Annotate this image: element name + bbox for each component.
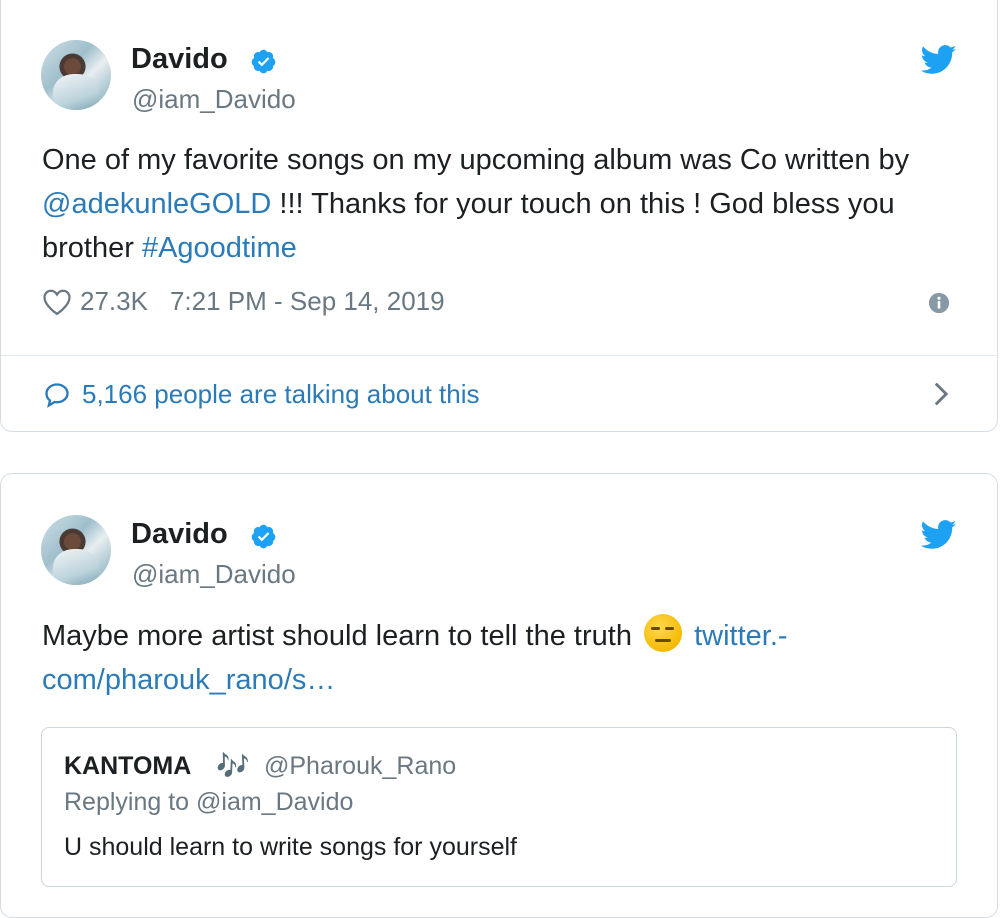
avatar[interactable] (41, 40, 111, 110)
quoted-author-handle[interactable]: @Pharouk_Rano (264, 752, 456, 781)
quoted-tweet[interactable]: KANTOMA 🎶 @Pharouk_Rano Replying to @iam… (41, 727, 957, 887)
author-name[interactable]: Davido (131, 43, 228, 76)
quoted-author-name[interactable]: KANTOMA (64, 752, 191, 781)
mention-link[interactable]: @adekunleGOLD (42, 188, 271, 220)
like-count[interactable]: 27.3K (80, 286, 148, 317)
chevron-right-icon[interactable] (932, 381, 950, 407)
verified-badge-icon (251, 49, 276, 74)
verified-badge-icon (251, 524, 276, 549)
heart-icon[interactable] (42, 288, 72, 316)
divider (1, 355, 999, 356)
tweet-text-part: Maybe more artist should learn to tell t… (42, 620, 632, 652)
tweet-card-1: Davido @iam_Davido One of my favorite so… (0, 0, 999, 432)
twitter-bird-icon[interactable] (921, 45, 957, 75)
timestamp[interactable]: 7:21 PM - Sep 14, 2019 (170, 286, 445, 317)
tweet-text: Maybe more artist should learn to tell t… (42, 614, 972, 702)
info-icon[interactable] (928, 292, 950, 314)
tweet-text: One of my favorite songs on my upcoming … (42, 138, 972, 270)
conversation-link[interactable]: 5,166 people are talking about this (42, 379, 480, 410)
avatar[interactable] (41, 515, 111, 585)
tweet-text-part: One of my favorite songs on my upcoming … (42, 144, 910, 176)
talking-count[interactable]: 5,166 people are talking about this (82, 379, 480, 410)
author-handle[interactable]: @iam_Davido (132, 559, 296, 590)
tweet-link[interactable]: com/pharouk_rano/s… (42, 664, 335, 696)
hashtag-link[interactable]: #Agoodtime (142, 232, 297, 264)
quoted-tweet-text: U should learn to write songs for yourse… (64, 833, 517, 861)
reply-bubble-icon (45, 382, 69, 408)
tweet-link[interactable]: twitter.- (694, 620, 787, 652)
author-name[interactable]: Davido (131, 518, 228, 551)
musical-notes-icon: 🎶 (216, 751, 250, 781)
replying-to: Replying to @iam_Davido (64, 788, 354, 816)
unamused-face-emoji-icon (644, 614, 683, 652)
tweet-meta: 27.3K 7:21 PM - Sep 14, 2019 (42, 286, 445, 317)
twitter-bird-icon[interactable] (921, 520, 957, 550)
author-handle[interactable]: @iam_Davido (132, 84, 296, 115)
